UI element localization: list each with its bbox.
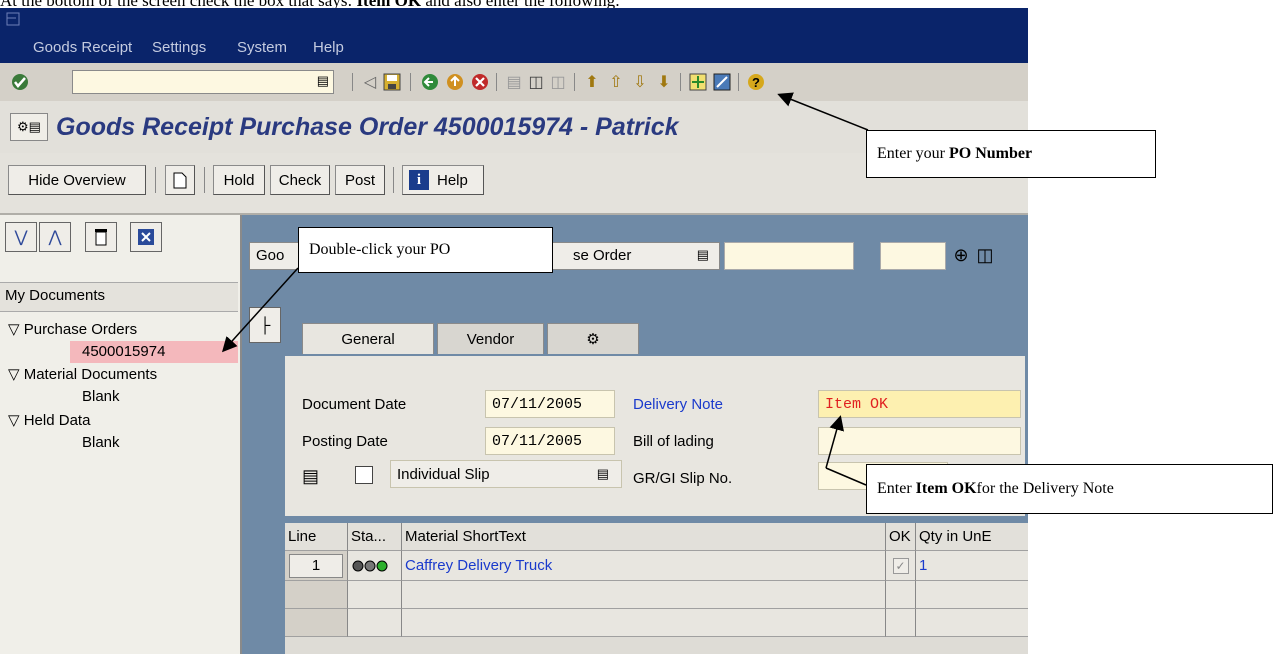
callout-emphasis: PO Number [948,145,1033,162]
callout-po-number: Enter your PO Number [866,130,1156,178]
callout-text: for the Delivery Note [976,480,1114,497]
arrow-to-delivery-note [825,415,844,469]
callout-text: Enter your [877,145,945,162]
callout-item-ok: Enter Item OK for the Delivery Note [866,464,1273,514]
annotation-arrows [221,92,869,486]
callout-text: Enter [877,480,912,497]
arrow-to-po [221,267,299,353]
callout-double-click: Double-click your PO [298,227,553,273]
callout-emphasis: Item OK [915,480,977,497]
arrow-line-segment [825,467,867,486]
arrow-to-toolbar [777,92,869,131]
